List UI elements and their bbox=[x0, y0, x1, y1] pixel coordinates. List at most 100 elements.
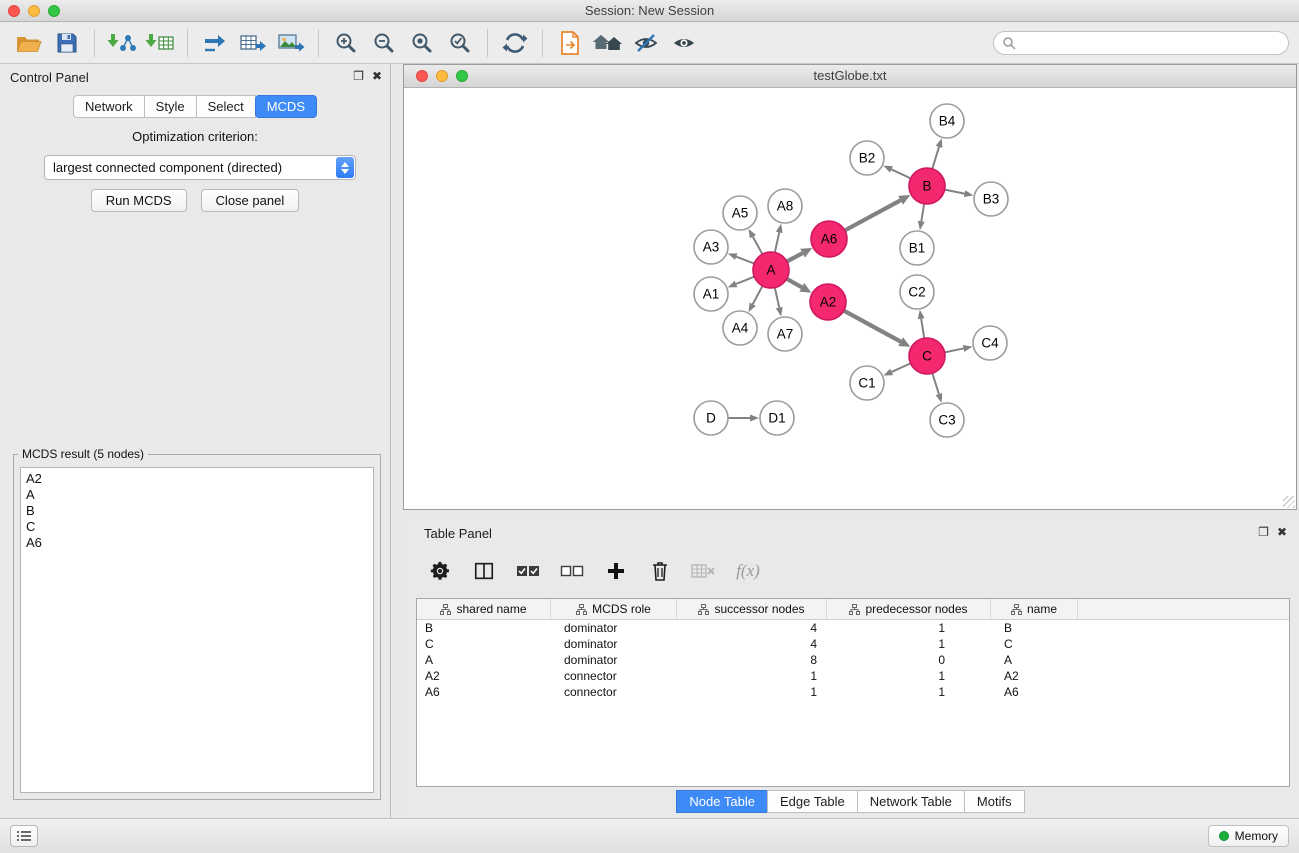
tab-select[interactable]: Select bbox=[196, 95, 256, 118]
graph-edge-C-C1[interactable] bbox=[892, 363, 911, 372]
table-cell[interactable]: 8 bbox=[677, 652, 827, 668]
network-minimize-button[interactable] bbox=[436, 70, 448, 82]
table-settings-button[interactable] bbox=[425, 556, 455, 586]
tab-edge-table[interactable]: Edge Table bbox=[767, 790, 858, 813]
mcds-result-item[interactable]: A2 bbox=[26, 471, 368, 487]
graph-edge-C-C2[interactable] bbox=[921, 319, 924, 339]
close-panel-icon[interactable]: ✖ bbox=[1277, 525, 1287, 539]
tab-node-table[interactable]: Node Table bbox=[676, 790, 768, 813]
table-cell[interactable]: 4 bbox=[677, 636, 827, 652]
delete-column-button[interactable] bbox=[645, 556, 675, 586]
export-table-button[interactable] bbox=[234, 26, 272, 60]
minimize-window-button[interactable] bbox=[28, 5, 40, 17]
table-row[interactable]: Cdominator41C bbox=[417, 636, 1289, 652]
table-cell[interactable]: dominator bbox=[551, 636, 677, 652]
table-cell[interactable]: 1 bbox=[827, 684, 991, 700]
network-graph[interactable]: B4B2BB3A5A8A6A3B1AC2A1A2A4A7C4CC1DD1C3 bbox=[405, 89, 1297, 509]
graph-edge-A-A8[interactable] bbox=[775, 232, 779, 252]
close-panel-icon[interactable]: ✖ bbox=[372, 69, 382, 83]
search-input[interactable] bbox=[1020, 36, 1280, 50]
table-cell[interactable]: A bbox=[991, 652, 1078, 668]
graph-edge-B-B4[interactable] bbox=[932, 147, 939, 169]
graph-edge-A-A4[interactable] bbox=[753, 286, 763, 304]
graph-edge-B-B3[interactable] bbox=[945, 190, 965, 194]
window-resize-grip[interactable] bbox=[1283, 496, 1295, 508]
home-button[interactable] bbox=[589, 26, 627, 60]
float-panel-icon[interactable]: ❐ bbox=[1258, 525, 1269, 539]
table-cell[interactable]: C bbox=[417, 636, 551, 652]
tab-style[interactable]: Style bbox=[144, 95, 197, 118]
table-cell[interactable]: 0 bbox=[827, 652, 991, 668]
tab-motifs[interactable]: Motifs bbox=[964, 790, 1025, 813]
graph-edge-C-C3[interactable] bbox=[932, 373, 939, 394]
graph-edge-A-A1[interactable] bbox=[736, 277, 754, 284]
table-cell[interactable]: connector bbox=[551, 668, 677, 684]
open-document-button[interactable] bbox=[551, 26, 589, 60]
import-table-button[interactable] bbox=[141, 26, 179, 60]
table-cell[interactable]: dominator bbox=[551, 620, 677, 636]
table-cell[interactable]: 1 bbox=[827, 636, 991, 652]
mcds-result-item[interactable]: B bbox=[26, 503, 368, 519]
graph-edge-A-A7[interactable] bbox=[775, 288, 779, 308]
export-image-button[interactable] bbox=[272, 26, 310, 60]
zoom-out-button[interactable] bbox=[365, 26, 403, 60]
close-panel-button[interactable]: Close panel bbox=[201, 189, 300, 212]
task-history-button[interactable] bbox=[10, 825, 38, 847]
function-builder-button[interactable]: f(x) bbox=[733, 556, 763, 586]
memory-button[interactable]: Memory bbox=[1208, 825, 1289, 847]
graph-edge-A6-B[interactable] bbox=[845, 200, 901, 230]
hide-details-button[interactable] bbox=[627, 26, 665, 60]
apply-layout-button[interactable] bbox=[496, 26, 534, 60]
mcds-result-list[interactable]: A2ABCA6 bbox=[20, 467, 374, 793]
table-cell[interactable]: C bbox=[991, 636, 1078, 652]
table-cell[interactable]: 1 bbox=[827, 668, 991, 684]
float-panel-icon[interactable]: ❐ bbox=[353, 69, 364, 83]
zoom-in-button[interactable] bbox=[327, 26, 365, 60]
save-session-button[interactable] bbox=[48, 26, 86, 60]
table-cell[interactable]: A2 bbox=[417, 668, 551, 684]
zoom-selected-button[interactable] bbox=[441, 26, 479, 60]
table-cell[interactable]: 1 bbox=[677, 684, 827, 700]
show-columns-button[interactable] bbox=[469, 556, 499, 586]
node-table[interactable]: shared nameMCDS rolesuccessor nodesprede… bbox=[416, 598, 1290, 787]
close-window-button[interactable] bbox=[8, 5, 20, 17]
table-row[interactable]: A6connector11A6 bbox=[417, 684, 1289, 700]
import-network-button[interactable] bbox=[103, 26, 141, 60]
table-cell[interactable]: A2 bbox=[991, 668, 1078, 684]
mcds-result-item[interactable]: A6 bbox=[26, 535, 368, 551]
table-cell[interactable]: 4 bbox=[677, 620, 827, 636]
table-cell[interactable]: A bbox=[417, 652, 551, 668]
deselect-all-button[interactable] bbox=[557, 556, 587, 586]
network-zoom-button[interactable] bbox=[456, 70, 468, 82]
graph-edge-A-A6[interactable] bbox=[787, 253, 803, 261]
export-network-button[interactable] bbox=[196, 26, 234, 60]
zoom-window-button[interactable] bbox=[48, 5, 60, 17]
table-cell[interactable]: B bbox=[417, 620, 551, 636]
show-graphics-button[interactable] bbox=[665, 26, 703, 60]
table-cell[interactable]: connector bbox=[551, 684, 677, 700]
destroy-table-button[interactable] bbox=[689, 556, 719, 586]
table-cell[interactable]: 1 bbox=[827, 620, 991, 636]
table-cell[interactable]: A6 bbox=[991, 684, 1078, 700]
table-cell[interactable]: 1 bbox=[677, 668, 827, 684]
tab-network-table[interactable]: Network Table bbox=[857, 790, 965, 813]
column-header-predecessor-nodes[interactable]: predecessor nodes bbox=[827, 599, 991, 619]
create-column-button[interactable] bbox=[601, 556, 631, 586]
graph-edge-A-A3[interactable] bbox=[736, 257, 754, 264]
table-cell[interactable]: A6 bbox=[417, 684, 551, 700]
mcds-result-item[interactable]: A bbox=[26, 487, 368, 503]
table-cell[interactable]: B bbox=[991, 620, 1078, 636]
tab-network[interactable]: Network bbox=[73, 95, 145, 118]
select-all-button[interactable] bbox=[513, 556, 543, 586]
table-row[interactable]: Bdominator41B bbox=[417, 620, 1289, 636]
graph-edge-C-C4[interactable] bbox=[945, 348, 964, 352]
graph-edge-A-A2[interactable] bbox=[787, 279, 802, 288]
graph-edge-A2-C[interactable] bbox=[844, 311, 901, 342]
network-canvas[interactable]: B4B2BB3A5A8A6A3B1AC2A1A2A4A7C4CC1DD1C3 bbox=[405, 89, 1295, 508]
column-header-shared-name[interactable]: shared name bbox=[417, 599, 551, 619]
column-header-mcds-role[interactable]: MCDS role bbox=[551, 599, 677, 619]
network-close-button[interactable] bbox=[416, 70, 428, 82]
criterion-dropdown[interactable]: largest connected component (directed) bbox=[44, 155, 356, 180]
table-row[interactable]: Adominator80A bbox=[417, 652, 1289, 668]
run-mcds-button[interactable]: Run MCDS bbox=[91, 189, 187, 212]
